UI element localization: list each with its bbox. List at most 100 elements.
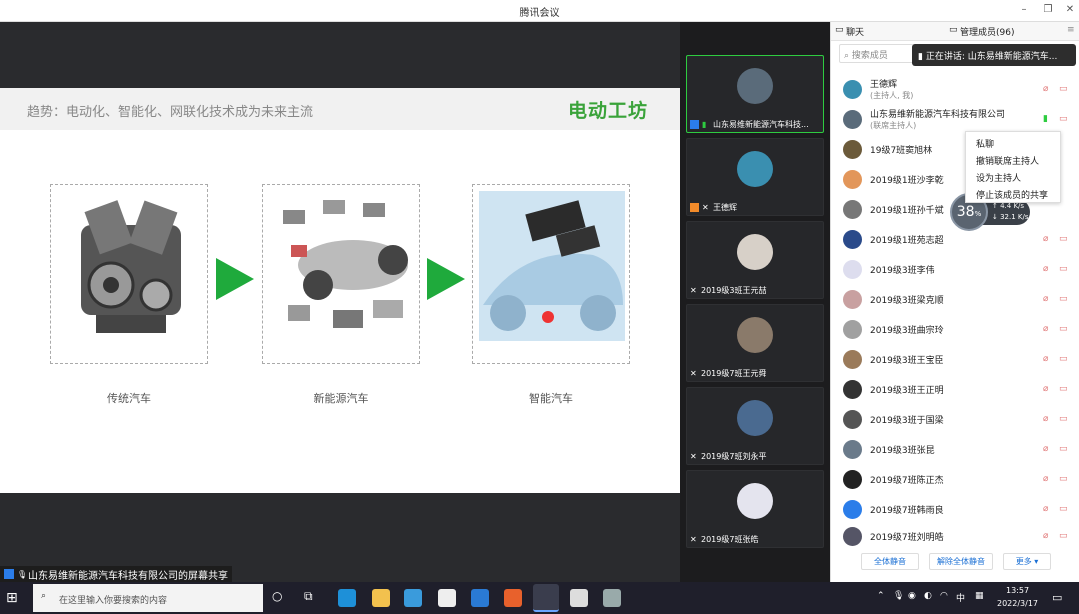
avatar	[843, 440, 862, 459]
camera-off-icon[interactable]: ▭	[1059, 234, 1068, 244]
taskbar-search[interactable]: ⌕ 在这里输入你要搜索的内容	[33, 584, 263, 612]
member-row[interactable]: 王德辉 (主持人, 我) ⌀ ▭	[831, 75, 1079, 104]
member-name: 山东易维新能源汽车科技有限公司	[870, 110, 1006, 120]
member-name: 2019级3班王宝臣	[870, 356, 944, 366]
member-row[interactable]: 2019级3班王正明 ⌀ ▭	[831, 375, 1079, 404]
mic-icon[interactable]: ▮	[1043, 114, 1048, 124]
ime-indicator[interactable]: 中	[956, 591, 965, 604]
tray-chevron-icon[interactable]: ⌃	[877, 591, 885, 601]
app-icon[interactable]	[570, 589, 588, 607]
firefox-icon[interactable]	[504, 589, 522, 607]
document-icon[interactable]	[438, 589, 456, 607]
mute-all-button[interactable]: 全体静音	[861, 553, 919, 570]
video-tile[interactable]: ✕ 2019级7班张皓	[686, 470, 824, 548]
unmute-all-button[interactable]: 解除全体静音	[929, 553, 993, 570]
close-icon[interactable]: ✕	[1063, 3, 1077, 17]
camera-off-icon[interactable]: ▭	[1059, 354, 1068, 364]
store-icon[interactable]	[404, 589, 422, 607]
member-row[interactable]: 2019级7班韩雨良 ⌀ ▭	[831, 495, 1079, 524]
member-row[interactable]: 2019级3班梁克顺 ⌀ ▭	[831, 285, 1079, 314]
smart-car-image	[472, 184, 630, 364]
mic-off-icon[interactable]: ⌀	[1043, 234, 1048, 244]
menu-item-stop-share[interactable]: 停止该成员的共享	[976, 188, 1048, 201]
mic-off-icon[interactable]: ⌀	[1043, 294, 1048, 304]
menu-icon[interactable]: ≡	[1067, 25, 1075, 35]
menu-item-private-chat[interactable]: 私聊	[976, 137, 994, 150]
camera-off-icon[interactable]: ▭	[1059, 264, 1068, 274]
mic-off-icon[interactable]: ⌀	[1043, 324, 1048, 334]
member-name: 2019级1班苑志超	[870, 236, 944, 246]
notification-icon[interactable]: ▭	[1052, 591, 1062, 604]
camera-off-icon[interactable]: ▭	[1059, 384, 1068, 394]
more-button[interactable]: 更多 ▾	[1003, 553, 1051, 570]
upload-rate: 4.4	[1000, 202, 1012, 210]
video-tile[interactable]: ✕ 2019级7班刘永平	[686, 387, 824, 465]
ev-chassis-image	[262, 184, 420, 364]
title-bar: 腾讯会议 – ❐ ✕	[0, 0, 1079, 22]
windows-start-icon[interactable]: ⊞	[6, 590, 22, 606]
mic-off-icon[interactable]: ⌀	[1043, 444, 1048, 454]
mic-off-icon[interactable]: ⌀	[1043, 474, 1048, 484]
minimize-icon[interactable]: –	[1017, 3, 1031, 17]
tab-chat[interactable]: 聊天	[846, 25, 864, 38]
video-tile[interactable]: ✕ 2019级3班王元喆	[686, 221, 824, 299]
mic-off-icon[interactable]: ⌀	[1043, 504, 1048, 514]
member-row[interactable]: 2019级7班陈正杰 ⌀ ▭	[831, 465, 1079, 494]
camera-off-icon[interactable]: ▭	[1059, 504, 1068, 514]
cortana-icon[interactable]: ○	[272, 589, 290, 607]
rate-unit: K/s	[1017, 213, 1029, 221]
avatar	[843, 80, 862, 99]
restore-icon[interactable]: ❐	[1041, 3, 1055, 17]
tray-network-icon[interactable]: ◐	[924, 591, 932, 601]
camera-off-icon[interactable]: ▭	[1059, 444, 1068, 454]
member-name: 19级7班窦旭林	[870, 146, 933, 156]
video-tile[interactable]: ▮ 山东易维新能源汽车科技...	[686, 55, 824, 133]
camera-off-icon[interactable]: ▭	[1059, 84, 1068, 94]
member-row[interactable]: 2019级7班刘明皓 ⌀ ▭	[831, 522, 1079, 551]
video-tile[interactable]: ✕ 王德辉	[686, 138, 824, 216]
menu-item-revoke-cohost[interactable]: 撤销联席主持人	[976, 154, 1039, 167]
member-row[interactable]: 2019级3班于国梁 ⌀ ▭	[831, 405, 1079, 434]
mic-off-icon[interactable]: ⌀	[1043, 414, 1048, 424]
member-name: 2019级7班陈正杰	[870, 476, 944, 486]
tray-security-icon[interactable]: ◉	[908, 591, 916, 601]
ie-icon[interactable]	[471, 589, 489, 607]
member-name: 2019级3班梁克顺	[870, 296, 944, 306]
menu-item-make-host[interactable]: 设为主持人	[976, 171, 1021, 184]
search-input[interactable]: ⌕ 搜索成员	[839, 44, 914, 63]
mic-off-icon[interactable]: ⌀	[1043, 354, 1048, 364]
member-row[interactable]: 2019级3班张昆 ⌀ ▭	[831, 435, 1079, 464]
app-icon[interactable]	[603, 589, 621, 607]
edge-icon[interactable]	[338, 589, 356, 607]
member-row[interactable]: 2019级3班王宝臣 ⌀ ▭	[831, 345, 1079, 374]
camera-off-icon[interactable]: ▭	[1059, 531, 1068, 541]
mic-off-icon[interactable]: ⌀	[1043, 531, 1048, 541]
member-row[interactable]: 2019级3班曲宗玲 ⌀ ▭	[831, 315, 1079, 344]
camera-off-icon[interactable]: ▭	[1059, 294, 1068, 304]
tray-keyboard-icon[interactable]: ▦	[975, 591, 984, 601]
file-explorer-icon[interactable]	[372, 589, 390, 607]
tencent-meeting-taskbar-icon[interactable]	[533, 584, 559, 612]
tab-members[interactable]: 管理成员(96)	[960, 25, 1014, 38]
mic-off-icon[interactable]: ⌀	[1043, 264, 1048, 274]
arrow-icon	[427, 258, 465, 300]
mic-off-icon: ✕	[690, 369, 697, 378]
tray-mic-icon[interactable]: 🎙	[893, 591, 904, 601]
camera-off-icon[interactable]: ▭	[1059, 324, 1068, 334]
avatar	[843, 527, 862, 546]
camera-off-icon[interactable]: ▭	[1059, 114, 1068, 124]
search-icon: ⌕	[41, 591, 47, 601]
camera-off-icon[interactable]: ▭	[1059, 414, 1068, 424]
camera-off-icon[interactable]: ▭	[1059, 474, 1068, 484]
avatar	[843, 200, 862, 219]
slide-logo: 电动工坊	[568, 100, 649, 122]
mic-off-icon[interactable]: ⌀	[1043, 84, 1048, 94]
clock[interactable]: 13:57 2022/3/17	[997, 584, 1038, 610]
video-tile[interactable]: ✕ 2019级7班王元舜	[686, 304, 824, 382]
task-view-icon[interactable]: ⧉	[304, 589, 322, 607]
avatar	[843, 410, 862, 429]
tray-wifi-icon[interactable]: ◠	[940, 591, 948, 601]
member-row[interactable]: 2019级3班李伟 ⌀ ▭	[831, 255, 1079, 284]
member-row[interactable]: 山东易维新能源汽车科技有限公司 (联席主持人) ▮ ▭	[831, 105, 1079, 134]
mic-off-icon[interactable]: ⌀	[1043, 384, 1048, 394]
